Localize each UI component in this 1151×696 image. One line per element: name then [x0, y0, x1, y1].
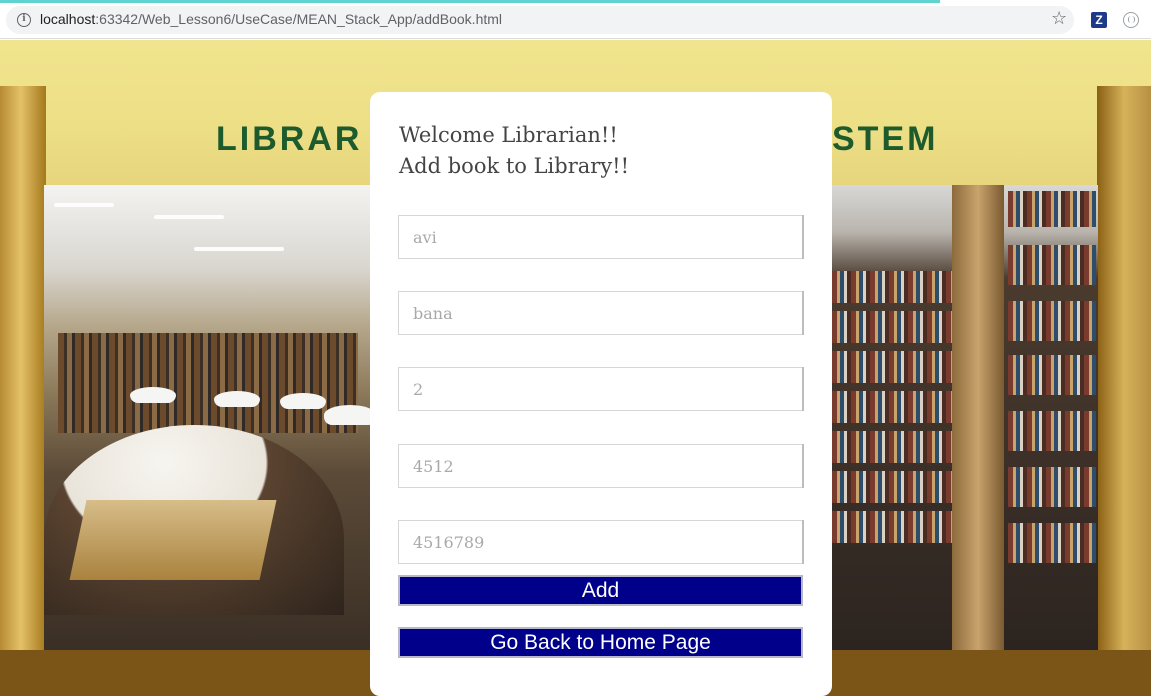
- bookshelf-row: [832, 431, 952, 463]
- right-pillar: [1097, 86, 1151, 652]
- desk-lamp: [214, 391, 260, 407]
- input-edge: [802, 215, 804, 259]
- address-bar[interactable]: i localhost:63342/Web_Lesson6/UseCase/ME…: [6, 6, 1074, 34]
- sign-text-left: LIBRAR: [216, 120, 363, 158]
- go-back-home-button[interactable]: Go Back to Home Page: [398, 627, 803, 658]
- bookshelf-row: [832, 311, 952, 343]
- info-icon[interactable]: i: [17, 13, 31, 27]
- bookshelf-row: [832, 271, 952, 303]
- bookshelf: [58, 333, 358, 433]
- desk-lamp: [130, 387, 176, 403]
- ceiling-light: [54, 203, 114, 207]
- bookshelf-row: [1008, 355, 1096, 395]
- input-edge: [802, 520, 804, 564]
- extension-circle-icon[interactable]: [1123, 12, 1139, 28]
- input-edge: [802, 291, 804, 335]
- book-id-input[interactable]: [398, 444, 804, 488]
- bookshelf-row: [1008, 191, 1096, 227]
- welcome-heading: Welcome Librarian!!: [399, 123, 618, 147]
- desk-lamp: [324, 405, 376, 425]
- bookshelf-row: [1008, 301, 1096, 341]
- star-icon[interactable]: ☆: [1051, 8, 1067, 30]
- isbn-input[interactable]: [398, 520, 804, 564]
- bookshelf-row: [1008, 411, 1096, 451]
- url-text[interactable]: localhost:63342/Web_Lesson6/UseCase/MEAN…: [40, 11, 502, 27]
- url-host: localhost: [40, 11, 96, 27]
- page-load-progress: [0, 0, 940, 3]
- add-book-heading: Add book to Library!!: [399, 154, 630, 178]
- add-button[interactable]: Add: [398, 575, 803, 606]
- page-title: Welcome Librarian!! Add book to Library!…: [399, 120, 629, 182]
- bookshelf-row: [1008, 467, 1096, 507]
- input-edge: [802, 444, 804, 488]
- input-edge: [802, 367, 804, 411]
- url-path: :63342/Web_Lesson6/UseCase/MEAN_Stack_Ap…: [95, 11, 503, 27]
- book-stand: [69, 500, 277, 580]
- bookshelf-row: [1008, 523, 1096, 563]
- bookshelf-row: [832, 351, 952, 383]
- sign-text-right: STEM: [832, 120, 939, 158]
- ceiling-light: [194, 247, 284, 251]
- author-input[interactable]: [398, 291, 804, 335]
- add-book-card: Welcome Librarian!! Add book to Library!…: [370, 92, 832, 696]
- z-extension-icon[interactable]: Z: [1091, 12, 1107, 28]
- browser-toolbar: i localhost:63342/Web_Lesson6/UseCase/ME…: [0, 0, 1151, 39]
- bookshelf-row: [832, 391, 952, 423]
- bookshelf-row: [832, 511, 952, 543]
- left-pillar: [0, 86, 46, 652]
- desk-lamp: [280, 393, 326, 409]
- quantity-input[interactable]: [398, 367, 804, 411]
- shelf-post: [952, 185, 1004, 651]
- bookshelf-row: [832, 471, 952, 503]
- bookshelf-row: [1008, 245, 1096, 285]
- book-name-input[interactable]: [398, 215, 804, 259]
- ceiling-light: [154, 215, 224, 219]
